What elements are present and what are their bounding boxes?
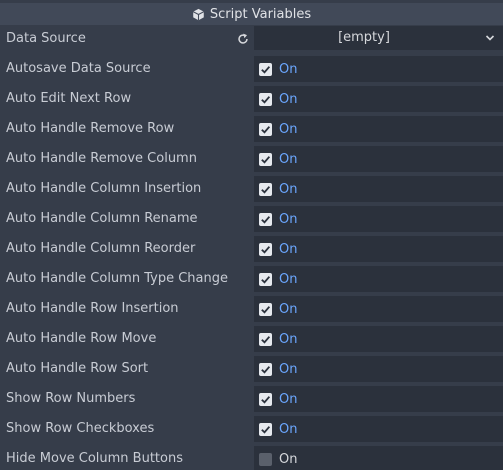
data-source-value: [empty]	[338, 30, 390, 45]
checkbox-value: On	[279, 241, 298, 257]
checkbox-field[interactable]: On	[254, 86, 503, 112]
checkbox-checked-icon[interactable]	[259, 392, 272, 406]
checkbox-field[interactable]: On	[254, 116, 503, 142]
property-row: Auto Handle Remove Column On	[0, 145, 503, 175]
section-title: Script Variables	[209, 6, 312, 22]
property-label: Auto Handle Column Rename	[6, 211, 198, 226]
checkbox-checked-icon[interactable]	[259, 212, 272, 226]
property-row: Auto Handle Column Type Change On	[0, 265, 503, 295]
property-label: Autosave Data Source	[6, 61, 151, 76]
data-source-select[interactable]: [empty]	[254, 26, 503, 50]
property-label: Auto Edit Next Row	[6, 91, 132, 106]
checkbox-value: On	[279, 451, 298, 467]
checkbox-unchecked-icon[interactable]	[259, 452, 272, 466]
property-list: Data Source [empty] Autosave Data Source…	[0, 25, 503, 470]
property-label: Auto Handle Row Sort	[6, 361, 149, 376]
property-row: Auto Edit Next Row On	[0, 85, 503, 115]
checkbox-value: On	[279, 301, 298, 317]
property-label: Auto Handle Column Reorder	[6, 241, 196, 256]
checkbox-field[interactable]: On	[254, 266, 503, 292]
checkbox-value: On	[279, 181, 298, 197]
checkbox-field[interactable]: On	[254, 56, 503, 82]
checkbox-checked-icon[interactable]	[259, 152, 272, 166]
checkbox-field[interactable]: On	[254, 446, 503, 470]
property-row: Autosave Data Source On	[0, 55, 503, 85]
property-label: Data Source	[6, 31, 86, 46]
property-row: Auto Handle Row Sort On	[0, 355, 503, 385]
checkbox-value: On	[279, 361, 298, 377]
property-row-data-source: Data Source [empty]	[0, 25, 503, 55]
script-variables-section-header[interactable]: Script Variables	[0, 3, 503, 25]
checkbox-field[interactable]: On	[254, 146, 503, 172]
property-label: Auto Handle Row Move	[6, 331, 157, 346]
checkbox-value: On	[279, 421, 298, 437]
checkbox-field[interactable]: On	[254, 386, 503, 412]
checkbox-checked-icon[interactable]	[259, 332, 272, 346]
property-label: Auto Handle Column Type Change	[6, 271, 228, 286]
checkbox-field[interactable]: On	[254, 206, 503, 232]
property-row: Show Row Checkboxes On	[0, 415, 503, 445]
inspector-panel: Script Variables Data Source [empty] Aut…	[0, 0, 503, 470]
checkbox-field[interactable]: On	[254, 176, 503, 202]
property-label: Auto Handle Remove Row	[6, 121, 175, 136]
checkbox-checked-icon[interactable]	[259, 122, 272, 136]
property-label: Show Row Checkboxes	[6, 421, 155, 436]
checkbox-checked-icon[interactable]	[259, 182, 272, 196]
property-label: Auto Handle Remove Column	[6, 151, 197, 166]
checkbox-value: On	[279, 211, 298, 227]
checkbox-field[interactable]: On	[254, 236, 503, 262]
property-row: Hide Move Column Buttons On	[0, 445, 503, 470]
property-row: Show Row Numbers On	[0, 385, 503, 415]
property-row: Auto Handle Column Reorder On	[0, 235, 503, 265]
checkbox-checked-icon[interactable]	[259, 92, 272, 106]
checkbox-checked-icon[interactable]	[259, 422, 272, 436]
property-label: Show Row Numbers	[6, 391, 136, 406]
checkbox-value: On	[279, 271, 298, 287]
property-row: Auto Handle Column Insertion On	[0, 175, 503, 205]
checkbox-checked-icon[interactable]	[259, 242, 272, 256]
checkbox-checked-icon[interactable]	[259, 62, 272, 76]
checkbox-field[interactable]: On	[254, 356, 503, 382]
checkbox-value: On	[279, 61, 298, 77]
checkbox-value: On	[279, 121, 298, 137]
property-label: Auto Handle Row Insertion	[6, 301, 179, 316]
checkbox-field[interactable]: On	[254, 296, 503, 322]
checkbox-checked-icon[interactable]	[259, 272, 272, 286]
checkbox-field[interactable]: On	[254, 416, 503, 442]
checkbox-value: On	[279, 391, 298, 407]
cube-icon	[192, 8, 204, 20]
checkbox-value: On	[279, 91, 298, 107]
property-label: Auto Handle Column Insertion	[6, 181, 202, 196]
checkbox-value: On	[279, 331, 298, 347]
property-label: Hide Move Column Buttons	[6, 451, 183, 466]
property-row: Auto Handle Remove Row On	[0, 115, 503, 145]
chevron-down-icon	[485, 35, 495, 41]
property-row: Auto Handle Column Rename On	[0, 205, 503, 235]
checkbox-field[interactable]: On	[254, 326, 503, 352]
checkbox-checked-icon[interactable]	[259, 362, 272, 376]
checkbox-value: On	[279, 151, 298, 167]
checkbox-checked-icon[interactable]	[259, 302, 272, 316]
property-row: Auto Handle Row Move On	[0, 325, 503, 355]
property-row: Auto Handle Row Insertion On	[0, 295, 503, 325]
reload-icon[interactable]	[236, 32, 250, 46]
